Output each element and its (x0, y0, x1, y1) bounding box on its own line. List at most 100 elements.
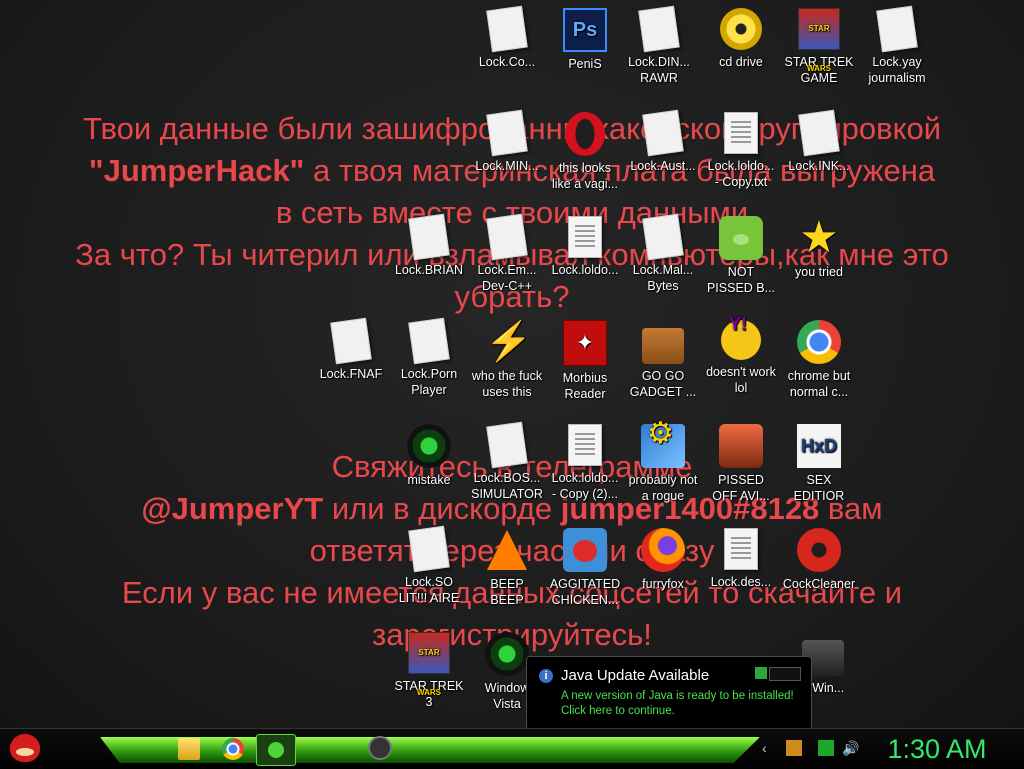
blank-file-icon (486, 5, 528, 53)
desktop-icon[interactable]: NOT PISSED B... (702, 216, 780, 296)
close-notification-button[interactable] (769, 667, 801, 681)
explorer-folder-icon[interactable] (178, 738, 200, 760)
active-window-button[interactable] (256, 734, 296, 766)
desktop-icon-label: BEEP BEEP (490, 577, 524, 607)
network-tray-icon[interactable] (818, 740, 834, 756)
angry-birds-icon (563, 528, 607, 572)
ccleaner-icon (797, 528, 841, 572)
desktop-icon-label: probably not a rogue (628, 473, 698, 503)
blank-file-icon (408, 213, 450, 261)
gold-star-icon: ★ (799, 213, 839, 262)
desktop-icon[interactable]: STAR WARSSTAR TREK 3 (390, 632, 468, 710)
desktop-icon[interactable]: PISSED OFF AVI... (702, 424, 780, 504)
desktop-icon-label: Lock.SO LIT!!! AIRE (398, 575, 460, 605)
text-file-icon (724, 112, 758, 154)
show-hidden-icons-icon[interactable]: ‹ (762, 740, 778, 756)
desktop-icon-label: Lock.loldo... - Copy.txt (707, 159, 775, 189)
desktop-icon[interactable]: CockCleaner (780, 528, 858, 592)
briefcase-icon (642, 328, 684, 364)
desktop-icon[interactable]: Lock.INK... (780, 109, 858, 174)
desktop-icon-label: AGGITATED CHICKEN... (549, 577, 621, 607)
desktop-icon[interactable]: Lock.Aust... (624, 109, 702, 174)
desktop-icon[interactable]: Lock.DIN... RAWR (620, 5, 698, 86)
notification-message[interactable]: A new version of Java is ready to be ins… (561, 689, 794, 719)
java-update-tray-icon[interactable] (786, 740, 802, 756)
volume-icon[interactable]: 🔊 (842, 740, 859, 756)
desktop-icon[interactable]: Lock.loldo... - Copy.txt (702, 112, 780, 190)
blank-file-icon (638, 5, 680, 53)
blank-file-icon (486, 421, 528, 469)
desktop-icon[interactable]: Lock.SO LIT!!! AIRE (390, 525, 468, 606)
yahoo-messenger-icon (721, 316, 761, 360)
desktop-icon-label: CockCleaner (782, 577, 856, 591)
desktop-icon-label: Lock.FNAF (319, 367, 383, 381)
desktop-icon[interactable]: chrome but normal c... (780, 320, 858, 400)
blank-file-icon (408, 317, 450, 365)
desktop-icon[interactable]: this looks like a vagi... (546, 112, 624, 192)
text-file-icon (568, 424, 602, 466)
desktop-icon[interactable]: probably not a rogue (624, 424, 702, 504)
desktop-icon[interactable]: GO GO GADGET ... (624, 320, 702, 400)
desktop-icon-label: Lock.loldo... - Copy (2)... (551, 471, 619, 501)
desktop-icon[interactable]: Lock.Em... Dev-C++ (468, 213, 546, 294)
desktop-icon-label: NOT PISSED B... (706, 265, 776, 295)
start-button[interactable] (8, 730, 44, 766)
desktop-icon[interactable]: ⚡ who the fuck uses this (468, 310, 546, 400)
desktop-icon-label: PeniS (568, 57, 602, 71)
desktop-icon[interactable]: Lock.MIN... (468, 109, 546, 174)
desktop-icon[interactable]: Lock.BOS... SIMULATOR (468, 421, 546, 502)
recycle-bin-icon (485, 632, 529, 676)
desktop-icon-label: GO GO GADGET ... (629, 369, 697, 399)
java-update-notification[interactable]: i Java Update Available A new version of… (526, 656, 812, 730)
system-tools-icon (641, 424, 685, 468)
desktop-icon[interactable]: Morbius Reader (546, 320, 624, 402)
media-taskbar-icon[interactable] (368, 736, 392, 760)
blank-file-icon (798, 109, 840, 157)
desktop-icon[interactable]: Lock.Co... (468, 5, 546, 70)
star-wars-game-icon: STAR WARS (408, 632, 450, 697)
desktop-icon[interactable]: Lock.loldo... - Copy (2)... (546, 424, 624, 502)
text-file-icon (568, 216, 602, 258)
desktop[interactable]: Твои данные были зашифрованны хакерской … (0, 0, 1024, 728)
desktop-icon-label: chrome but normal c... (787, 369, 851, 399)
desktop-icon[interactable]: Lock.Mal... Bytes (624, 213, 702, 294)
blank-file-icon (876, 5, 918, 53)
desktop-icon-label: Lock.BOS... SIMULATOR (471, 471, 543, 501)
desktop-icon[interactable]: Lock.FNAF (312, 317, 390, 382)
desktop-icon-label: Lock.Em... Dev-C++ (477, 263, 537, 293)
desktop-icon[interactable]: mistake (390, 424, 468, 488)
desktop-icon-label: Lock.Porn Player (400, 367, 458, 397)
taskbar-clock[interactable]: 1:30 AM (872, 730, 1002, 766)
notification-title: Java Update Available (561, 667, 710, 684)
chrome-taskbar-icon[interactable] (222, 738, 244, 760)
desktop-icon[interactable]: Lock.BRIAN (390, 213, 468, 278)
desktop-icon-label: Lock.BRIAN (394, 263, 464, 277)
wallpaper-bold: "JumperHack" (88, 153, 305, 188)
desktop-icon[interactable]: AGGITATED CHICKEN... (546, 528, 624, 608)
desktop-icon[interactable]: Ps PeniS (546, 8, 624, 72)
blank-file-icon (330, 317, 372, 365)
blank-file-icon (486, 109, 528, 157)
desktop-icon[interactable]: Lock.loldo... (546, 216, 624, 278)
desktop-icon[interactable]: doesn't work lol (702, 316, 780, 396)
cd-drive-icon (720, 8, 762, 50)
bad-piggies-icon (719, 216, 763, 260)
desktop-icon[interactable]: HxD SEX EDITIOR (780, 424, 858, 504)
desktop-icon-label: Lock.des... (710, 575, 772, 589)
desktop-icon[interactable]: BEEP BEEP (468, 528, 546, 608)
chrome-icon (797, 320, 841, 364)
desktop-icon[interactable]: Lock.des... (702, 528, 780, 590)
desktop-icon[interactable]: cd drive (702, 8, 780, 70)
angry-bird-start-icon (10, 734, 40, 762)
desktop-icon-label: Lock.Aust... (630, 159, 696, 173)
desktop-icon-label: you tried (795, 265, 843, 279)
desktop-icon[interactable]: Lock.yay journalism (858, 5, 936, 86)
vlc-icon (487, 530, 527, 570)
java-tray-icon (755, 667, 767, 679)
desktop-icon[interactable]: STAR WARSSTAR TREK GAME (780, 8, 858, 86)
desktop-icon[interactable]: ★ you tried (780, 216, 858, 280)
desktop-icon[interactable]: furryfox (624, 528, 702, 592)
desktop-icon[interactable]: Lock.Porn Player (390, 317, 468, 398)
desktop-icon-label: this looks like a vagi... (551, 161, 618, 191)
desktop-icon-label: doesn't work lol (706, 365, 776, 395)
